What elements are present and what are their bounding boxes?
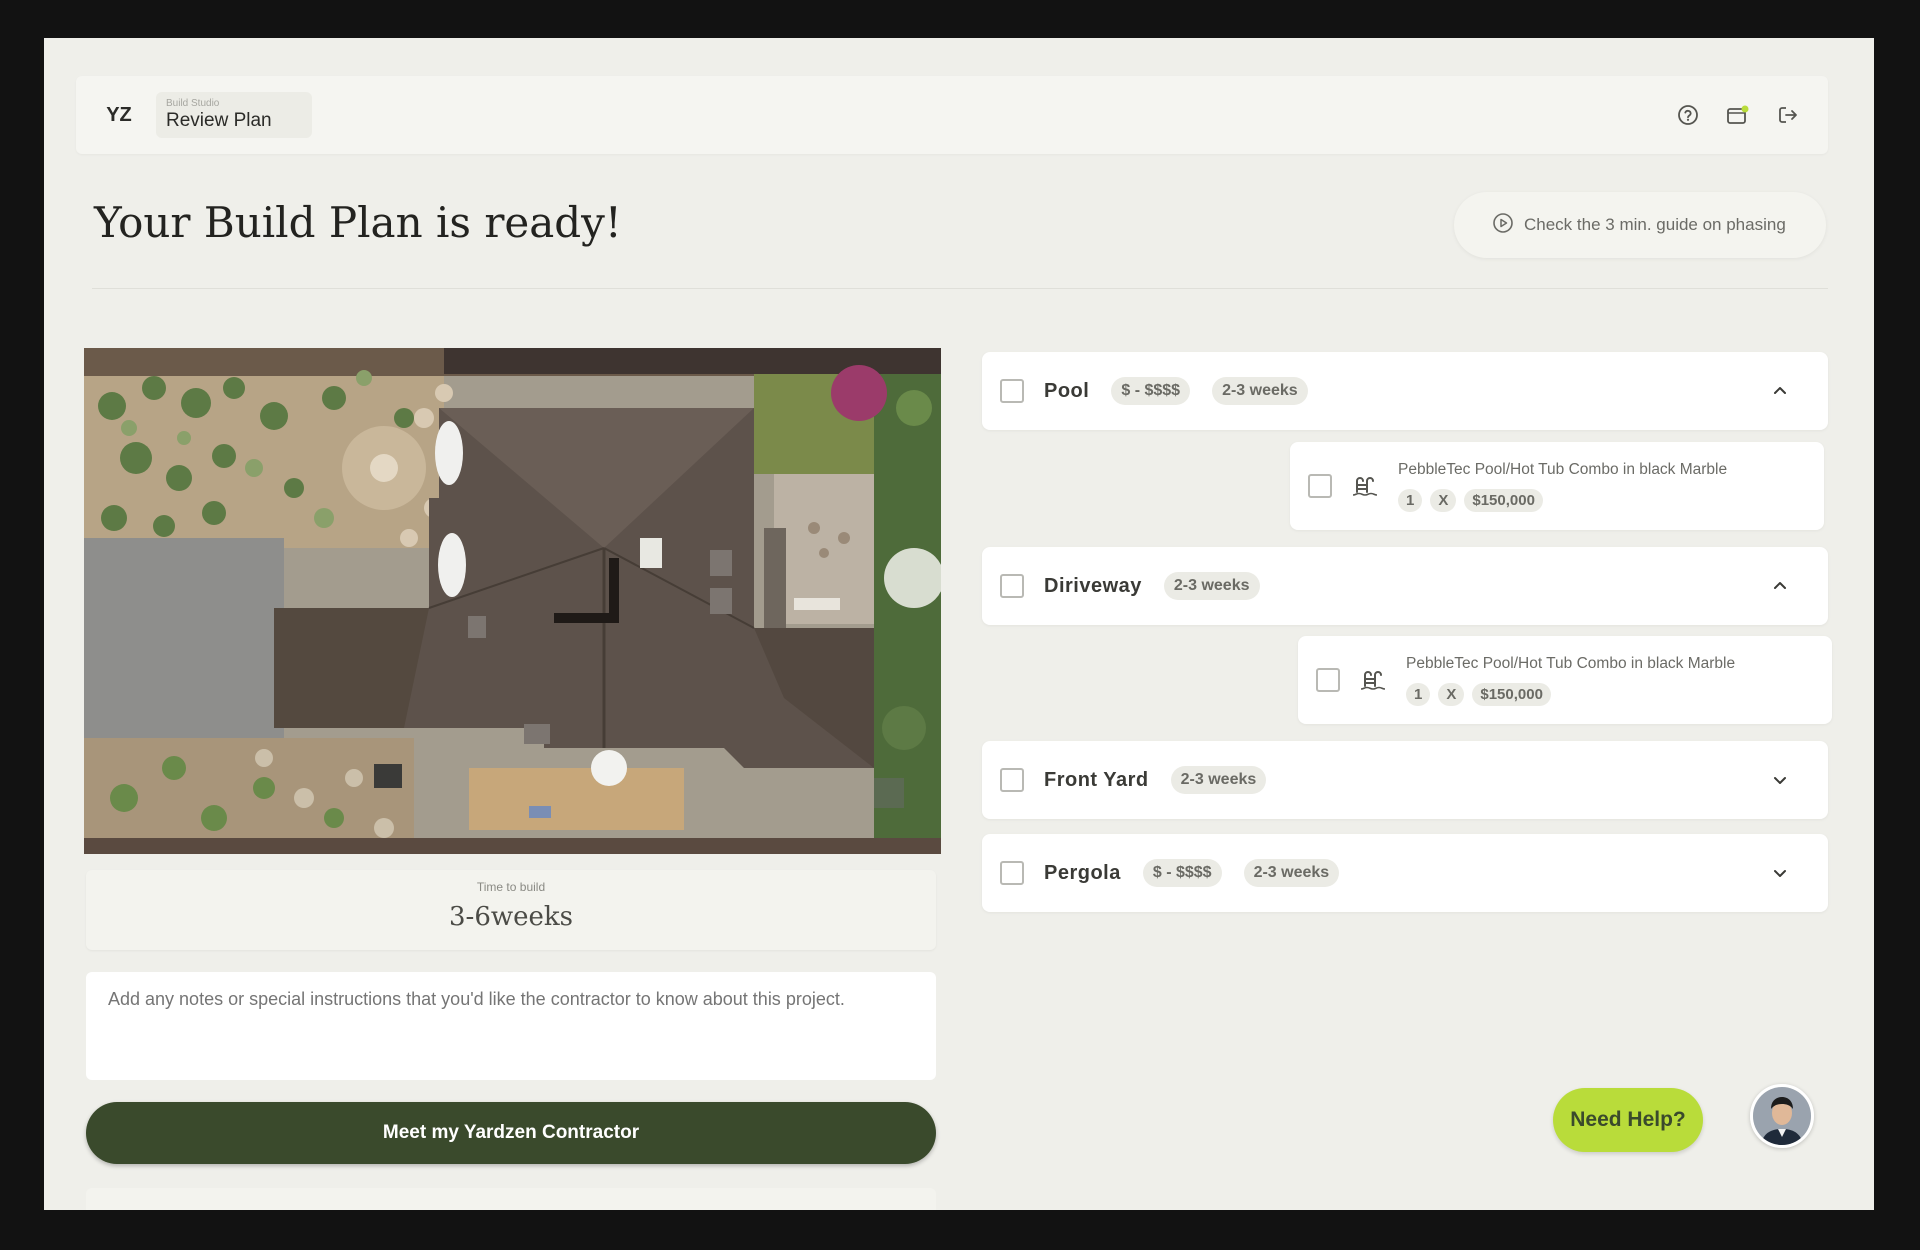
- meet-contractor-button[interactable]: Meet my Yardzen Contractor: [86, 1102, 936, 1164]
- line-item-pool[interactable]: PebbleTec Pool/Hot Tub Combo in black Ma…: [1290, 442, 1824, 530]
- line-item-checkbox[interactable]: [1316, 668, 1340, 692]
- line-item-driveway[interactable]: PebbleTec Pool/Hot Tub Combo in black Ma…: [1298, 636, 1832, 724]
- chevron-up-icon[interactable]: [1772, 578, 1788, 594]
- title-divider: [92, 288, 1828, 289]
- help-circle-icon[interactable]: [1676, 103, 1700, 127]
- line-item-price: $150,000: [1464, 488, 1543, 512]
- phase-checkbox[interactable]: [1000, 861, 1024, 885]
- duration-badge: 2-3 weeks: [1170, 766, 1267, 794]
- chevron-down-icon[interactable]: [1772, 865, 1788, 881]
- chevron-up-icon[interactable]: [1772, 383, 1788, 399]
- phase-checkbox[interactable]: [1000, 574, 1024, 598]
- top-bar: YZ Build Studio Review Plan: [76, 76, 1828, 154]
- phase-row-driveway[interactable]: Diriveway 2-3 weeks: [982, 547, 1828, 625]
- chevron-down-icon[interactable]: [1772, 772, 1788, 788]
- phase-checkbox[interactable]: [1000, 379, 1024, 403]
- duration-badge: 2-3 weeks: [1243, 859, 1340, 887]
- yard-aerial-image: [84, 348, 941, 854]
- support-avatar[interactable]: [1750, 1084, 1814, 1148]
- contractor-notes-input[interactable]: [86, 972, 936, 1080]
- line-item-quantity: 1: [1398, 488, 1423, 512]
- phase-checkbox[interactable]: [1000, 768, 1024, 792]
- breadcrumb: Build Studio Review Plan: [156, 92, 312, 138]
- phase-label: Pool: [1044, 379, 1090, 402]
- breadcrumb-section: Build Studio: [166, 98, 220, 109]
- phase-row-pool[interactable]: Pool $ - $$$$ 2-3 weeks: [982, 352, 1828, 430]
- duration-badge: 2-3 weeks: [1212, 377, 1308, 405]
- line-item-multiplier: X: [1438, 682, 1465, 706]
- app-screen: YZ Build Studio Review Plan Your Build P…: [44, 38, 1874, 1210]
- time-to-build-card: Time to build 3-6weeks: [86, 870, 936, 950]
- line-item-title: PebbleTec Pool/Hot Tub Combo in black Ma…: [1406, 654, 1736, 672]
- need-help-button[interactable]: Need Help?: [1553, 1088, 1703, 1152]
- time-to-build-label: Time to build: [476, 880, 546, 894]
- phase-label: Pergola: [1044, 861, 1121, 884]
- phasing-guide-label: Check the 3 min. guide on phasing: [1524, 215, 1786, 234]
- price-range-badge: $ - $$$$: [1111, 377, 1191, 405]
- page-title: Your Build Plan is ready!: [94, 198, 622, 247]
- notification-icon[interactable]: [1726, 103, 1750, 127]
- next-card-peek: [86, 1188, 936, 1210]
- app-logo[interactable]: YZ: [94, 90, 144, 140]
- breadcrumb-title: Review Plan: [166, 110, 272, 131]
- device-bezel: YZ Build Studio Review Plan Your Build P…: [0, 0, 1920, 1250]
- phase-label: Front Yard: [1044, 768, 1149, 791]
- pool-ladder-icon: [1350, 473, 1380, 499]
- line-item-price: $150,000: [1472, 682, 1551, 706]
- pool-ladder-icon: [1358, 667, 1388, 693]
- duration-badge: 2-3 weeks: [1163, 572, 1260, 600]
- line-item-checkbox[interactable]: [1308, 474, 1332, 498]
- logout-icon[interactable]: [1776, 103, 1800, 127]
- phase-label: Diriveway: [1044, 574, 1142, 597]
- play-circle-icon: [1492, 212, 1514, 239]
- phase-row-front-yard[interactable]: Front Yard 2-3 weeks: [982, 741, 1828, 819]
- phase-row-pergola[interactable]: Pergola $ - $$$$ 2-3 weeks: [982, 834, 1828, 912]
- phasing-guide-button[interactable]: Check the 3 min. guide on phasing: [1454, 192, 1826, 258]
- line-item-title: PebbleTec Pool/Hot Tub Combo in black Ma…: [1398, 460, 1728, 478]
- price-range-badge: $ - $$$$: [1142, 859, 1222, 887]
- line-item-multiplier: X: [1430, 488, 1457, 512]
- time-to-build-value: 3-6weeks: [449, 902, 573, 932]
- line-item-quantity: 1: [1406, 682, 1431, 706]
